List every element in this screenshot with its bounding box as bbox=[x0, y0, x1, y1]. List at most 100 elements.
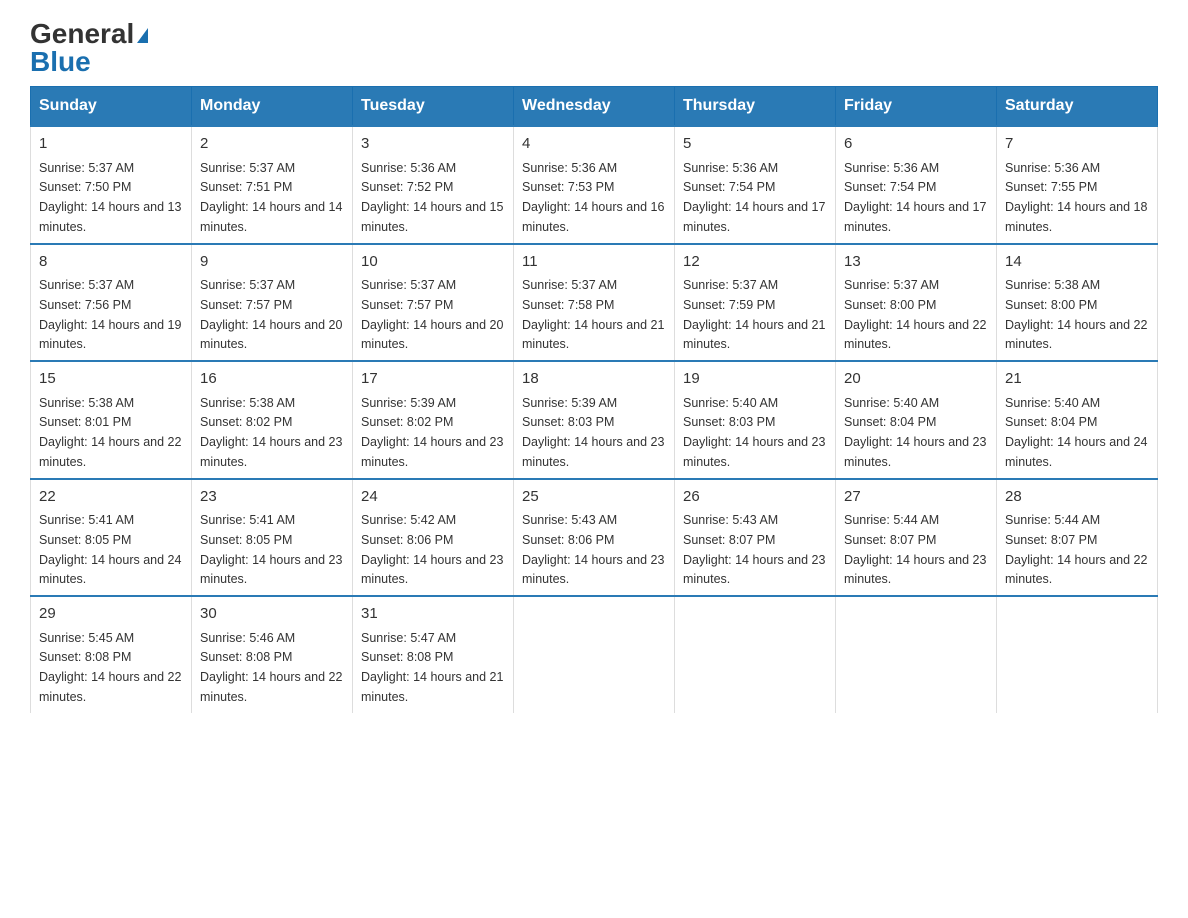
day-number: 14 bbox=[1005, 251, 1149, 274]
day-number: 4 bbox=[522, 133, 666, 156]
calendar-cell bbox=[997, 596, 1158, 713]
day-info: Sunrise: 5:36 AMSunset: 7:52 PMDaylight:… bbox=[361, 161, 503, 234]
day-number: 17 bbox=[361, 368, 505, 391]
day-number: 27 bbox=[844, 486, 988, 509]
day-number: 15 bbox=[39, 368, 183, 391]
day-number: 2 bbox=[200, 133, 344, 156]
calendar-cell bbox=[514, 596, 675, 713]
calendar-cell: 2Sunrise: 5:37 AMSunset: 7:51 PMDaylight… bbox=[192, 126, 353, 244]
weekday-header-thursday: Thursday bbox=[675, 87, 836, 127]
calendar-cell: 30 Sunrise: 5:46 AMSunset: 8:08 PMDayligh… bbox=[192, 596, 353, 713]
day-info: Sunrise: 5:37 AMSunset: 7:57 PMDaylight:… bbox=[361, 278, 503, 351]
day-info: Sunrise: 5:46 AMSunset: 8:08 PMDaylight:… bbox=[200, 631, 342, 704]
day-number: 16 bbox=[200, 368, 344, 391]
calendar-cell: 22 Sunrise: 5:41 AMSunset: 8:05 PMDayligh… bbox=[31, 479, 192, 597]
day-info: Sunrise: 5:39 AMSunset: 8:03 PMDaylight:… bbox=[522, 396, 664, 469]
calendar-cell: 29 Sunrise: 5:45 AMSunset: 8:08 PMDayligh… bbox=[31, 596, 192, 713]
calendar-table: SundayMondayTuesdayWednesdayThursdayFrid… bbox=[30, 86, 1158, 713]
day-number: 6 bbox=[844, 133, 988, 156]
calendar-cell: 19 Sunrise: 5:40 AMSunset: 8:03 PMDayligh… bbox=[675, 361, 836, 479]
calendar-cell: 27 Sunrise: 5:44 AMSunset: 8:07 PMDayligh… bbox=[836, 479, 997, 597]
calendar-cell bbox=[675, 596, 836, 713]
day-number: 22 bbox=[39, 486, 183, 509]
calendar-cell: 25Sunrise: 5:43 AMSunset: 8:06 PMDayligh… bbox=[514, 479, 675, 597]
day-number: 20 bbox=[844, 368, 988, 391]
day-number: 8 bbox=[39, 251, 183, 274]
day-info: Sunrise: 5:37 AMSunset: 7:50 PMDaylight:… bbox=[39, 161, 181, 234]
weekday-header-tuesday: Tuesday bbox=[353, 87, 514, 127]
calendar-cell: 6 Sunrise: 5:36 AMSunset: 7:54 PMDaylight… bbox=[836, 126, 997, 244]
calendar-cell: 28Sunrise: 5:44 AMSunset: 8:07 PMDayligh… bbox=[997, 479, 1158, 597]
day-info: Sunrise: 5:41 AMSunset: 8:05 PMDaylight:… bbox=[200, 513, 342, 586]
day-info: Sunrise: 5:39 AMSunset: 8:02 PMDaylight:… bbox=[361, 396, 503, 469]
page-header: General Blue bbox=[30, 20, 1158, 76]
calendar-week-row: 15 Sunrise: 5:38 AMSunset: 8:01 PMDayligh… bbox=[31, 361, 1158, 479]
calendar-cell: 20 Sunrise: 5:40 AMSunset: 8:04 PMDayligh… bbox=[836, 361, 997, 479]
calendar-cell: 12Sunrise: 5:37 AMSunset: 7:59 PMDayligh… bbox=[675, 244, 836, 362]
day-number: 7 bbox=[1005, 133, 1149, 156]
weekday-header-friday: Friday bbox=[836, 87, 997, 127]
calendar-cell: 21 Sunrise: 5:40 AMSunset: 8:04 PMDayligh… bbox=[997, 361, 1158, 479]
day-info: Sunrise: 5:44 AMSunset: 8:07 PMDaylight:… bbox=[1005, 513, 1147, 586]
day-info: Sunrise: 5:47 AMSunset: 8:08 PMDaylight:… bbox=[361, 631, 503, 704]
day-number: 31 bbox=[361, 603, 505, 626]
day-info: Sunrise: 5:43 AMSunset: 8:07 PMDaylight:… bbox=[683, 513, 825, 586]
day-number: 26 bbox=[683, 486, 827, 509]
weekday-header-saturday: Saturday bbox=[997, 87, 1158, 127]
calendar-cell: 24Sunrise: 5:42 AMSunset: 8:06 PMDayligh… bbox=[353, 479, 514, 597]
day-number: 19 bbox=[683, 368, 827, 391]
calendar-cell: 11Sunrise: 5:37 AMSunset: 7:58 PMDayligh… bbox=[514, 244, 675, 362]
day-info: Sunrise: 5:45 AMSunset: 8:08 PMDaylight:… bbox=[39, 631, 181, 704]
day-number: 23 bbox=[200, 486, 344, 509]
day-number: 21 bbox=[1005, 368, 1149, 391]
calendar-week-row: 22 Sunrise: 5:41 AMSunset: 8:05 PMDayligh… bbox=[31, 479, 1158, 597]
calendar-cell: 17 Sunrise: 5:39 AMSunset: 8:02 PMDayligh… bbox=[353, 361, 514, 479]
calendar-cell: 10 Sunrise: 5:37 AMSunset: 7:57 PMDayligh… bbox=[353, 244, 514, 362]
day-info: Sunrise: 5:37 AMSunset: 8:00 PMDaylight:… bbox=[844, 278, 986, 351]
day-info: Sunrise: 5:36 AMSunset: 7:55 PMDaylight:… bbox=[1005, 161, 1147, 234]
day-number: 10 bbox=[361, 251, 505, 274]
day-info: Sunrise: 5:41 AMSunset: 8:05 PMDaylight:… bbox=[39, 513, 181, 586]
day-number: 5 bbox=[683, 133, 827, 156]
calendar-cell: 4Sunrise: 5:36 AMSunset: 7:53 PMDaylight… bbox=[514, 126, 675, 244]
calendar-cell: 26 Sunrise: 5:43 AMSunset: 8:07 PMDayligh… bbox=[675, 479, 836, 597]
calendar-cell: 9Sunrise: 5:37 AMSunset: 7:57 PMDaylight… bbox=[192, 244, 353, 362]
day-number: 3 bbox=[361, 133, 505, 156]
day-number: 30 bbox=[200, 603, 344, 626]
day-info: Sunrise: 5:36 AMSunset: 7:54 PMDaylight:… bbox=[683, 161, 825, 234]
calendar-cell: 1Sunrise: 5:37 AMSunset: 7:50 PMDaylight… bbox=[31, 126, 192, 244]
day-info: Sunrise: 5:38 AMSunset: 8:01 PMDaylight:… bbox=[39, 396, 181, 469]
logo: General Blue bbox=[30, 20, 148, 76]
day-info: Sunrise: 5:38 AMSunset: 8:02 PMDaylight:… bbox=[200, 396, 342, 469]
day-info: Sunrise: 5:40 AMSunset: 8:03 PMDaylight:… bbox=[683, 396, 825, 469]
calendar-cell: 5 Sunrise: 5:36 AMSunset: 7:54 PMDaylight… bbox=[675, 126, 836, 244]
day-number: 25 bbox=[522, 486, 666, 509]
calendar-week-row: 8 Sunrise: 5:37 AMSunset: 7:56 PMDaylight… bbox=[31, 244, 1158, 362]
day-info: Sunrise: 5:40 AMSunset: 8:04 PMDaylight:… bbox=[1005, 396, 1147, 469]
day-info: Sunrise: 5:38 AMSunset: 8:00 PMDaylight:… bbox=[1005, 278, 1147, 351]
day-info: Sunrise: 5:37 AMSunset: 7:56 PMDaylight:… bbox=[39, 278, 181, 351]
calendar-cell: 7 Sunrise: 5:36 AMSunset: 7:55 PMDaylight… bbox=[997, 126, 1158, 244]
weekday-header-wednesday: Wednesday bbox=[514, 87, 675, 127]
weekday-header-sunday: Sunday bbox=[31, 87, 192, 127]
day-number: 24 bbox=[361, 486, 505, 509]
weekday-header-row: SundayMondayTuesdayWednesdayThursdayFrid… bbox=[31, 87, 1158, 127]
logo-text-line2: Blue bbox=[30, 48, 91, 76]
day-info: Sunrise: 5:40 AMSunset: 8:04 PMDaylight:… bbox=[844, 396, 986, 469]
weekday-header-monday: Monday bbox=[192, 87, 353, 127]
calendar-cell: 15 Sunrise: 5:38 AMSunset: 8:01 PMDayligh… bbox=[31, 361, 192, 479]
day-info: Sunrise: 5:37 AMSunset: 7:58 PMDaylight:… bbox=[522, 278, 664, 351]
day-info: Sunrise: 5:37 AMSunset: 7:59 PMDaylight:… bbox=[683, 278, 825, 351]
logo-text-line1: General bbox=[30, 20, 148, 48]
day-number: 18 bbox=[522, 368, 666, 391]
calendar-cell: 14 Sunrise: 5:38 AMSunset: 8:00 PMDayligh… bbox=[997, 244, 1158, 362]
day-number: 13 bbox=[844, 251, 988, 274]
day-number: 29 bbox=[39, 603, 183, 626]
calendar-week-row: 29 Sunrise: 5:45 AMSunset: 8:08 PMDayligh… bbox=[31, 596, 1158, 713]
calendar-cell: 8 Sunrise: 5:37 AMSunset: 7:56 PMDaylight… bbox=[31, 244, 192, 362]
calendar-cell: 18 Sunrise: 5:39 AMSunset: 8:03 PMDayligh… bbox=[514, 361, 675, 479]
calendar-cell: 16 Sunrise: 5:38 AMSunset: 8:02 PMDayligh… bbox=[192, 361, 353, 479]
day-info: Sunrise: 5:44 AMSunset: 8:07 PMDaylight:… bbox=[844, 513, 986, 586]
day-info: Sunrise: 5:37 AMSunset: 7:57 PMDaylight:… bbox=[200, 278, 342, 351]
day-info: Sunrise: 5:36 AMSunset: 7:54 PMDaylight:… bbox=[844, 161, 986, 234]
